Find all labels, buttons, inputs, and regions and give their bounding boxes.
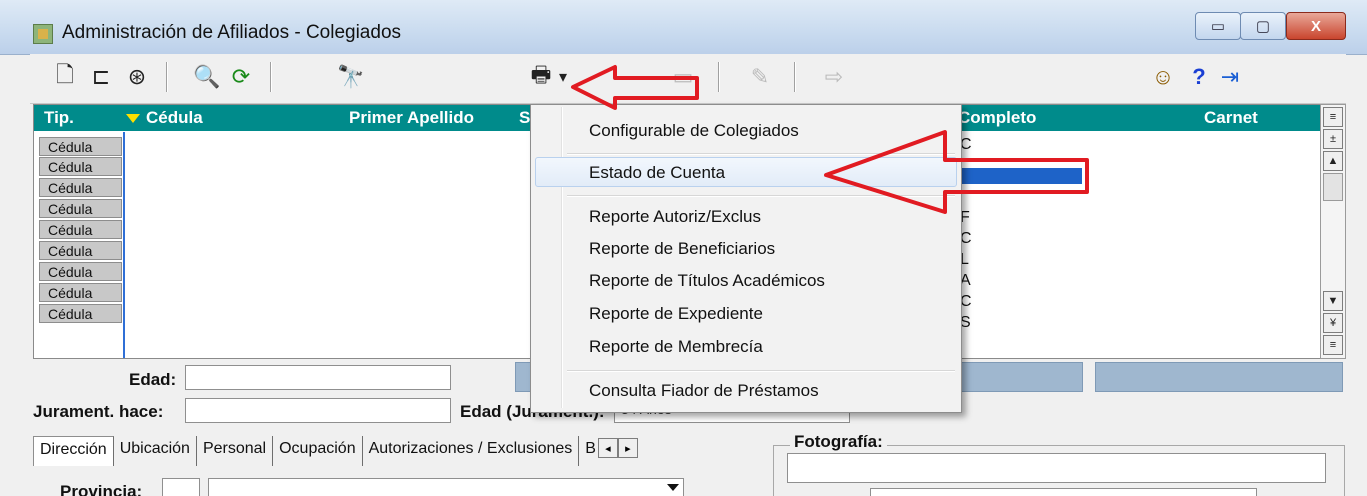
detail-tabs: Dirección Ubicación Personal Ocupación A…	[33, 436, 638, 466]
menu-separator	[567, 195, 955, 197]
sort-descending-icon[interactable]	[126, 114, 140, 123]
toolbar-separator	[718, 62, 720, 92]
provincia-label: Provincia:	[60, 482, 143, 496]
export-icon[interactable]: ⇨	[820, 64, 848, 90]
row-header[interactable]: Cédula	[39, 137, 122, 156]
menu-item-configurable-colegiados[interactable]: Configurable de Colegiados	[589, 121, 799, 141]
chevron-down-icon[interactable]	[667, 484, 679, 491]
foto-label: Fotografía:	[790, 432, 887, 452]
tab-personal[interactable]: Personal	[196, 436, 274, 466]
info-bar	[1095, 362, 1343, 392]
app-icon	[33, 24, 53, 44]
toolbar: 🗋 ⊏ ⊛ 🔍 ⟳ 🔭 🖶 ▾ ▭ ✎ ⇨ ☺ ? ⇥	[30, 54, 1346, 104]
tab-beneficiarios[interactable]: B	[579, 436, 598, 466]
column-header-cedula[interactable]: Cédula	[146, 108, 203, 128]
row-header[interactable]: Cédula	[39, 262, 122, 281]
row-header[interactable]: Cédula	[39, 283, 122, 302]
scroll-last-button[interactable]: ≡	[1323, 335, 1343, 355]
menu-item-reporte-autoriz-exclus[interactable]: Reporte Autoriz/Exclus	[589, 207, 761, 227]
toolbar-separator	[166, 62, 168, 92]
find-icon[interactable]: 🔭	[336, 64, 366, 90]
row-header[interactable]: Cédula	[39, 199, 122, 218]
jurament-field[interactable]	[185, 398, 451, 423]
globe-icon[interactable]: ⊛	[122, 64, 152, 90]
close-button[interactable]: X	[1286, 12, 1346, 40]
foto-path-field[interactable]	[787, 453, 1326, 483]
edit-icon[interactable]: ✎	[746, 64, 774, 90]
row-header[interactable]: Cédula	[39, 157, 122, 176]
edad-label: Edad:	[129, 370, 177, 389]
selected-cell-highlight	[954, 168, 1082, 184]
refresh-icon[interactable]: ⟳	[226, 64, 256, 90]
save-icon[interactable]: ▭	[670, 64, 696, 90]
current-cell-indicator	[123, 132, 125, 358]
foto-preview	[870, 488, 1257, 496]
menu-gutter	[561, 107, 563, 408]
help-icon[interactable]: ?	[1188, 64, 1210, 90]
column-header-carnet[interactable]: Carnet	[1204, 108, 1258, 128]
search-binoculars-icon[interactable]: 🔍	[192, 64, 222, 90]
tab-scroll-right-button[interactable]: ▸	[617, 438, 638, 458]
toolbar-separator	[794, 62, 796, 92]
scroll-first-button[interactable]: ≡	[1323, 107, 1343, 127]
title-bar: Administración de Afiliados - Colegiados…	[0, 0, 1367, 55]
info-bar	[948, 362, 1083, 392]
row-header[interactable]: Cédula	[39, 220, 122, 239]
menu-item-reporte-titulos[interactable]: Reporte de Títulos Académicos	[589, 271, 825, 291]
grid-vertical-scrollbar[interactable]: ≡ ± ▲ ▼ ¥ ≡	[1320, 104, 1346, 359]
scroll-page-down-button[interactable]: ¥	[1323, 313, 1343, 333]
menu-item-consulta-fiador[interactable]: Consulta Fiador de Préstamos	[589, 381, 819, 401]
tab-direccion[interactable]: Dirección	[33, 436, 114, 466]
column-header-tip[interactable]: Tip.	[44, 108, 74, 128]
print-reports-menu: Configurable de Colegiados Estado de Cue…	[530, 104, 962, 413]
column-header-nombre-completo[interactable]: Completo	[958, 108, 1036, 128]
scroll-page-up-button[interactable]: ±	[1323, 129, 1343, 149]
row-header[interactable]: Cédula	[39, 241, 122, 260]
column-header-primer-apellido[interactable]: Primer Apellido	[349, 108, 474, 128]
edad-field[interactable]	[185, 365, 451, 390]
tree-icon[interactable]: ⊏	[88, 64, 114, 90]
tab-scroll-left-button[interactable]: ◂	[597, 438, 618, 458]
menu-item-reporte-beneficiarios[interactable]: Reporte de Beneficiarios	[589, 239, 775, 259]
scroll-thumb[interactable]	[1323, 173, 1343, 201]
toolbar-separator	[270, 62, 272, 92]
minimize-button[interactable]: ▭	[1195, 12, 1241, 40]
tab-autorizaciones[interactable]: Autorizaciones / Exclusiones	[362, 436, 580, 466]
menu-separator	[567, 153, 955, 155]
row-header[interactable]: Cédula	[39, 304, 122, 323]
dropdown-arrow-icon[interactable]: ▾	[556, 64, 570, 90]
menu-item-reporte-expediente[interactable]: Reporte de Expediente	[589, 304, 763, 324]
provincia-code-field[interactable]	[162, 478, 200, 496]
scroll-up-button[interactable]: ▲	[1323, 151, 1343, 171]
tab-ubicacion[interactable]: Ubicación	[113, 436, 197, 466]
menu-separator	[567, 370, 955, 372]
menu-item-reporte-membrecia[interactable]: Reporte de Membrecía	[589, 337, 763, 357]
scroll-down-button[interactable]: ▼	[1323, 291, 1343, 311]
row-header[interactable]: Cédula	[39, 178, 122, 197]
window-title: Administración de Afiliados - Colegiados	[62, 22, 402, 43]
exit-door-icon[interactable]: ⇥	[1216, 64, 1244, 90]
application-window: Administración de Afiliados - Colegiados…	[0, 0, 1367, 496]
new-document-icon[interactable]: 🗋	[52, 62, 78, 90]
jurament-label: Jurament. hace:	[33, 402, 164, 421]
column-header-segundo-apellido[interactable]: S	[519, 108, 530, 128]
menu-item-estado-de-cuenta[interactable]: Estado de Cuenta	[589, 163, 725, 183]
provincia-select[interactable]	[208, 478, 684, 496]
tab-ocupacion[interactable]: Ocupación	[273, 436, 363, 466]
user-icon[interactable]: ☺	[1148, 64, 1178, 90]
maximize-button[interactable]: ▢	[1240, 12, 1286, 40]
printer-icon[interactable]: 🖶	[526, 62, 556, 90]
